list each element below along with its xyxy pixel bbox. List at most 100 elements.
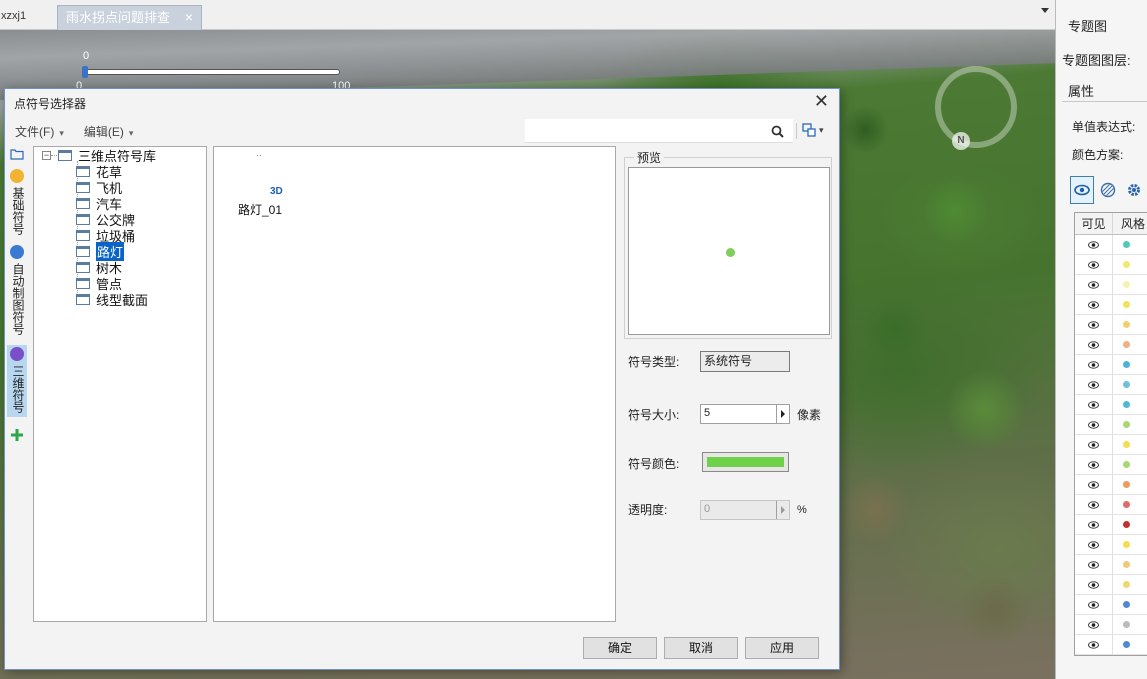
style-swatch-cell[interactable] xyxy=(1113,415,1147,434)
style-row[interactable] xyxy=(1075,635,1147,655)
style-row[interactable] xyxy=(1075,415,1147,435)
compass-north-icon[interactable]: N xyxy=(952,132,970,150)
style-row[interactable] xyxy=(1075,395,1147,415)
hatch-icon[interactable] xyxy=(1096,176,1120,204)
visible-eye-icon[interactable] xyxy=(1075,555,1113,574)
style-swatch-cell[interactable] xyxy=(1113,255,1147,274)
style-row[interactable] xyxy=(1075,515,1147,535)
style-swatch-cell[interactable] xyxy=(1113,295,1147,314)
visible-eye-icon[interactable] xyxy=(1075,415,1113,434)
visible-eye-icon[interactable] xyxy=(1075,295,1113,314)
style-swatch-cell[interactable] xyxy=(1113,395,1147,414)
visible-eye-icon[interactable] xyxy=(1075,335,1113,354)
visible-eye-icon[interactable] xyxy=(1075,635,1113,654)
visible-eye-icon[interactable] xyxy=(1075,355,1113,374)
close-icon[interactable]: ✕ xyxy=(814,91,829,112)
style-row[interactable] xyxy=(1075,575,1147,595)
style-row[interactable] xyxy=(1075,295,1147,315)
style-swatch-cell[interactable] xyxy=(1113,515,1147,534)
style-swatch-cell[interactable] xyxy=(1113,535,1147,554)
style-swatch-cell[interactable] xyxy=(1113,555,1147,574)
visible-eye-icon[interactable] xyxy=(1075,375,1113,394)
style-row[interactable] xyxy=(1075,375,1147,395)
add-icon[interactable] xyxy=(10,428,24,445)
collapse-icon[interactable]: − xyxy=(42,151,51,160)
stepper-arrow-icon[interactable] xyxy=(776,405,789,423)
style-swatch-cell[interactable] xyxy=(1113,355,1147,374)
altitude-slider-track[interactable] xyxy=(84,69,340,75)
tab-list-dropdown-icon[interactable] xyxy=(1041,8,1049,13)
visible-eye-icon[interactable] xyxy=(1075,275,1113,294)
ok-button[interactable]: 确定 xyxy=(583,637,657,659)
apply-button[interactable]: 应用 xyxy=(745,637,819,659)
visible-eye-icon[interactable] xyxy=(1075,235,1113,254)
visible-eye-icon[interactable] xyxy=(1075,395,1113,414)
visible-eye-icon[interactable] xyxy=(1075,475,1113,494)
style-swatch xyxy=(1123,461,1130,468)
style-swatch-cell[interactable] xyxy=(1113,575,1147,594)
style-swatch-cell[interactable] xyxy=(1113,315,1147,334)
style-swatch-cell[interactable] xyxy=(1113,335,1147,354)
style-row[interactable] xyxy=(1075,355,1147,375)
visible-eye-icon[interactable] xyxy=(1075,595,1113,614)
style-row[interactable] xyxy=(1075,315,1147,335)
style-row[interactable] xyxy=(1075,335,1147,355)
eye-icon[interactable] xyxy=(1070,176,1094,204)
stepper-arrow-icon[interactable] xyxy=(776,501,789,519)
style-swatch-cell[interactable] xyxy=(1113,595,1147,614)
menu-edit[interactable]: 编辑(E) ▾ xyxy=(84,123,134,140)
visible-eye-icon[interactable] xyxy=(1075,315,1113,334)
menu-file[interactable]: 文件(F) ▾ xyxy=(15,123,64,140)
gear-icon[interactable] xyxy=(1122,176,1146,204)
tab-basic-symbols[interactable]: 基础符号 xyxy=(7,167,27,239)
search-input[interactable] xyxy=(525,119,793,143)
style-swatch-cell[interactable] xyxy=(1113,635,1147,654)
cancel-button[interactable]: 取消 xyxy=(664,637,738,659)
folder-icon[interactable] xyxy=(10,148,24,163)
search-icon[interactable] xyxy=(771,125,784,141)
tab-3d-symbols[interactable]: 三维符号 xyxy=(7,345,27,417)
tab-properties[interactable]: 属性 xyxy=(1062,78,1147,102)
tab-xzxj1[interactable]: xzxj1 xyxy=(0,6,26,26)
tab-close-icon[interactable]: × xyxy=(185,6,193,29)
style-row[interactable] xyxy=(1075,595,1147,615)
style-swatch-cell[interactable] xyxy=(1113,455,1147,474)
style-row[interactable] xyxy=(1075,555,1147,575)
style-row[interactable] xyxy=(1075,255,1147,275)
style-row[interactable] xyxy=(1075,235,1147,255)
style-swatch-cell[interactable] xyxy=(1113,275,1147,294)
style-swatch-cell[interactable] xyxy=(1113,615,1147,634)
style-swatch-cell[interactable] xyxy=(1113,235,1147,254)
header-style[interactable]: 风格 xyxy=(1113,213,1145,234)
visible-eye-icon[interactable] xyxy=(1075,455,1113,474)
visible-eye-icon[interactable] xyxy=(1075,435,1113,454)
visible-eye-icon[interactable] xyxy=(1075,575,1113,594)
opacity-stepper[interactable]: 0 xyxy=(700,500,790,520)
visible-eye-icon[interactable] xyxy=(1075,615,1113,634)
view-mode-button[interactable]: ▾ xyxy=(802,123,824,137)
style-row[interactable] xyxy=(1075,455,1147,475)
symbol-size-stepper[interactable]: 5 xyxy=(700,404,790,424)
style-swatch-cell[interactable] xyxy=(1113,495,1147,514)
visible-eye-icon[interactable] xyxy=(1075,515,1113,534)
visible-eye-icon[interactable] xyxy=(1075,495,1113,514)
style-swatch-cell[interactable] xyxy=(1113,375,1147,394)
style-row[interactable] xyxy=(1075,535,1147,555)
compass-ring-icon[interactable] xyxy=(935,66,1017,148)
style-row[interactable] xyxy=(1075,275,1147,295)
altitude-slider-handle[interactable] xyxy=(82,66,88,78)
style-row[interactable] xyxy=(1075,615,1147,635)
style-row[interactable] xyxy=(1075,495,1147,515)
visible-eye-icon[interactable] xyxy=(1075,535,1113,554)
style-row[interactable] xyxy=(1075,475,1147,495)
symbol-color-button[interactable] xyxy=(702,452,789,472)
single-value-expression-label: 单值表达式: xyxy=(1072,120,1136,134)
visible-eye-icon[interactable] xyxy=(1075,255,1113,274)
style-row[interactable] xyxy=(1075,435,1147,455)
style-swatch-cell[interactable] xyxy=(1113,475,1147,494)
tree-item[interactable]: 线型截面 xyxy=(76,291,148,308)
tab-auto-map-symbols[interactable]: 自动制图符号 xyxy=(7,243,27,339)
tab-rainwater-check[interactable]: 雨水拐点问题排查 × xyxy=(57,5,202,30)
style-swatch-cell[interactable] xyxy=(1113,435,1147,454)
header-visible[interactable]: 可见 xyxy=(1075,213,1113,234)
